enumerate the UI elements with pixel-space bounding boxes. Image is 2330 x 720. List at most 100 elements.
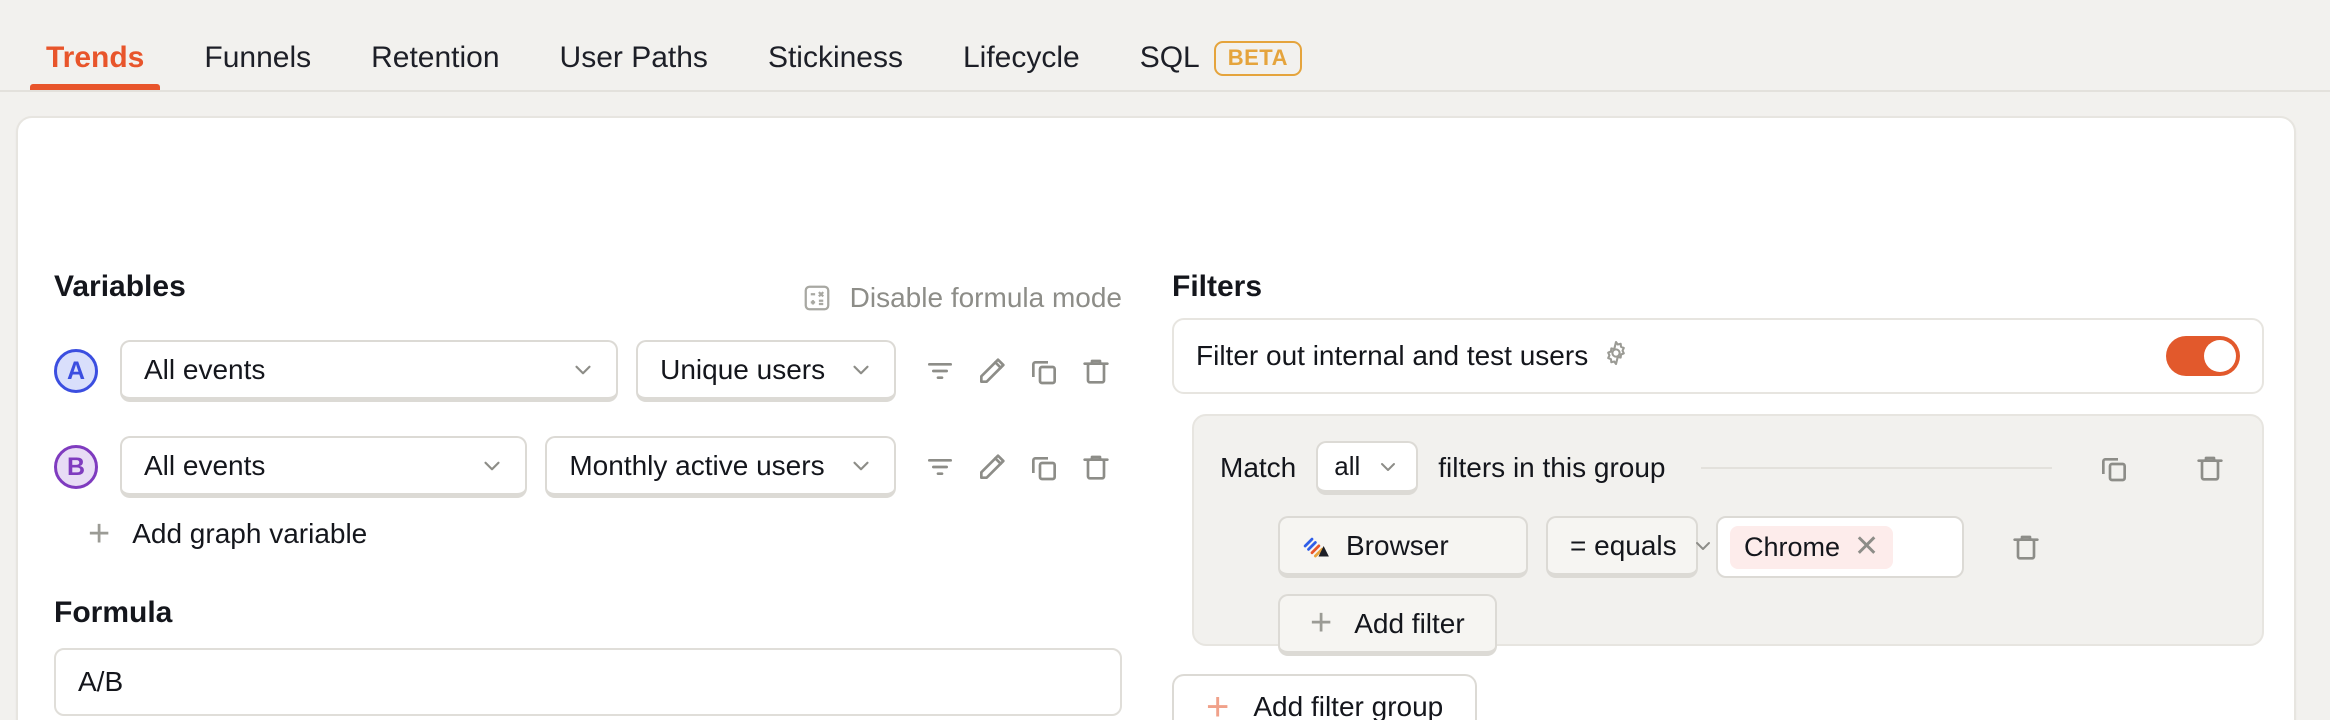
add-filter-button[interactable]: + Add filter bbox=[1278, 594, 1497, 656]
variables-title: Variables bbox=[54, 270, 186, 303]
plus-icon: + bbox=[1206, 684, 1230, 720]
filters-column: Filters Filter out internal and test use… bbox=[1158, 118, 2298, 720]
chevron-down-icon bbox=[570, 357, 596, 383]
match-suffix-label: filters in this group bbox=[1438, 452, 1666, 483]
tab-funnels[interactable]: Funnels bbox=[174, 0, 341, 90]
formula-value: A/B bbox=[78, 666, 124, 697]
filter-operator-select[interactable]: = equals bbox=[1546, 516, 1710, 578]
delete-icon bbox=[2194, 452, 2226, 484]
add-graph-variable-label: Add graph variable bbox=[132, 518, 368, 549]
gear-icon[interactable] bbox=[1602, 339, 1630, 374]
tab-lifecycle[interactable]: Lifecycle bbox=[933, 0, 1110, 90]
tab-stickiness[interactable]: Stickiness bbox=[738, 0, 933, 90]
chevron-down-icon bbox=[848, 453, 874, 479]
filter-internal-users-label-wrap: Filter out internal and test users bbox=[1196, 339, 1630, 374]
trends-insight-editor: Trends Funnels Retention User Paths Stic… bbox=[0, 0, 2330, 720]
formula-input[interactable]: A/B bbox=[54, 648, 1122, 716]
add-filter-label: Add filter bbox=[1354, 607, 1465, 639]
filter-internal-users-toggle[interactable] bbox=[2166, 336, 2240, 376]
chevron-down-icon bbox=[1677, 534, 1715, 558]
tab-user-paths-label: User Paths bbox=[559, 41, 708, 74]
filter-operator-label: = equals bbox=[1570, 529, 1677, 561]
variable-b-math-select[interactable]: Monthly active users bbox=[545, 436, 896, 498]
variable-a-event-select[interactable]: All events bbox=[120, 340, 619, 402]
filter-group-match-row: Match all filters in this group bbox=[1220, 436, 2236, 500]
plus-icon: + bbox=[88, 512, 111, 555]
variable-b-event-select[interactable]: All events bbox=[120, 436, 528, 498]
delete-icon bbox=[1080, 451, 1112, 483]
duplicate-icon bbox=[1028, 355, 1060, 387]
variable-a-duplicate-button[interactable] bbox=[1018, 345, 1070, 397]
add-graph-variable-button[interactable]: + Add graph variable bbox=[88, 512, 368, 555]
variable-row-b: B All events Monthly active users bbox=[54, 436, 1122, 498]
variable-b-math-label: Monthly active users bbox=[569, 449, 825, 481]
chevron-down-icon bbox=[479, 453, 505, 479]
filters-title: Filters bbox=[1172, 270, 1263, 303]
variable-a-math-label: Unique users bbox=[660, 353, 826, 385]
variables-column: Variables Disable formula mode A All eve… bbox=[18, 118, 1158, 720]
variable-b-duplicate-button[interactable] bbox=[1018, 441, 1070, 493]
match-type-select[interactable]: all bbox=[1316, 441, 1419, 495]
insight-type-tabbar: Trends Funnels Retention User Paths Stic… bbox=[0, 0, 2330, 92]
duplicate-icon bbox=[2098, 452, 2130, 484]
variable-badge-b: B bbox=[54, 445, 98, 489]
tab-sql[interactable]: SQL BETA bbox=[1110, 0, 1332, 90]
filter-internal-users-label: Filter out internal and test users bbox=[1196, 340, 1589, 371]
plus-icon: + bbox=[1310, 602, 1333, 645]
filter-condition-row: Browser = equals Chrome ✕ bbox=[1278, 514, 2242, 580]
filter-property-label: Browser bbox=[1346, 529, 1449, 561]
tab-funnels-label: Funnels bbox=[204, 41, 312, 74]
filter-value-chip-label: Chrome bbox=[1744, 531, 1841, 562]
tab-retention[interactable]: Retention bbox=[341, 0, 529, 90]
insight-editor-card: Variables Disable formula mode A All eve… bbox=[16, 116, 2296, 720]
tab-stickiness-label: Stickiness bbox=[767, 41, 903, 74]
toggle-knob bbox=[2204, 340, 2236, 372]
formula-title: Formula bbox=[54, 596, 173, 629]
tab-trends-label: Trends bbox=[46, 41, 145, 74]
filter-value-input[interactable]: Chrome ✕ bbox=[1716, 516, 1964, 578]
tab-lifecycle-label: Lifecycle bbox=[962, 41, 1080, 74]
delete-icon bbox=[1080, 355, 1112, 387]
add-filter-group-button[interactable]: + Add filter group bbox=[1172, 674, 1478, 720]
filter-value-chip: Chrome ✕ bbox=[1730, 525, 1894, 569]
browser-icon bbox=[1302, 531, 1332, 561]
disable-formula-mode-label: Disable formula mode bbox=[849, 282, 1122, 313]
variable-a-edit-button[interactable] bbox=[966, 345, 1018, 397]
calculator-icon bbox=[802, 283, 832, 313]
tab-user-paths[interactable]: User Paths bbox=[530, 0, 738, 90]
close-icon[interactable]: ✕ bbox=[1854, 532, 1879, 562]
variable-b-event-label: All events bbox=[144, 449, 266, 481]
add-filter-group-label: Add filter group bbox=[1253, 690, 1444, 720]
divider bbox=[1701, 467, 2052, 469]
chevron-down-icon bbox=[848, 357, 874, 383]
match-type-value: all bbox=[1334, 451, 1361, 481]
filter-group-delete-button[interactable] bbox=[2184, 442, 2236, 494]
variable-row-a: A All events Unique users bbox=[54, 340, 1122, 402]
delete-icon bbox=[2010, 531, 2042, 563]
tab-trends[interactable]: Trends bbox=[16, 0, 174, 90]
variable-b-filter-icon-button[interactable] bbox=[914, 441, 966, 493]
filter-internal-users-row: Filter out internal and test users bbox=[1172, 318, 2264, 394]
filter-group: Match all filters in this group Browser … bbox=[1192, 414, 2264, 656]
tab-sql-label: SQL bbox=[1139, 41, 1200, 74]
edit-icon bbox=[976, 355, 1008, 387]
duplicate-icon bbox=[1028, 451, 1060, 483]
filter-property-select[interactable]: Browser bbox=[1278, 516, 1528, 578]
match-prefix-label: Match bbox=[1220, 452, 1297, 483]
beta-badge: BETA bbox=[1213, 40, 1302, 76]
variable-a-delete-button[interactable] bbox=[1070, 345, 1122, 397]
disable-formula-mode-button[interactable]: Disable formula mode bbox=[802, 282, 1122, 314]
variable-b-delete-button[interactable] bbox=[1070, 441, 1122, 493]
variable-a-math-select[interactable]: Unique users bbox=[636, 340, 896, 402]
chevron-down-icon bbox=[1376, 455, 1400, 479]
variable-badge-a: A bbox=[54, 349, 98, 393]
variable-a-event-label: All events bbox=[144, 353, 266, 385]
filter-icon bbox=[924, 451, 956, 483]
variable-a-filter-icon-button[interactable] bbox=[914, 345, 966, 397]
filter-icon bbox=[924, 355, 956, 387]
filter-condition-delete-button[interactable] bbox=[2000, 521, 2052, 573]
variable-b-edit-button[interactable] bbox=[966, 441, 1018, 493]
edit-icon bbox=[976, 451, 1008, 483]
filter-group-duplicate-button[interactable] bbox=[2088, 442, 2140, 494]
tab-retention-label: Retention bbox=[371, 41, 500, 74]
